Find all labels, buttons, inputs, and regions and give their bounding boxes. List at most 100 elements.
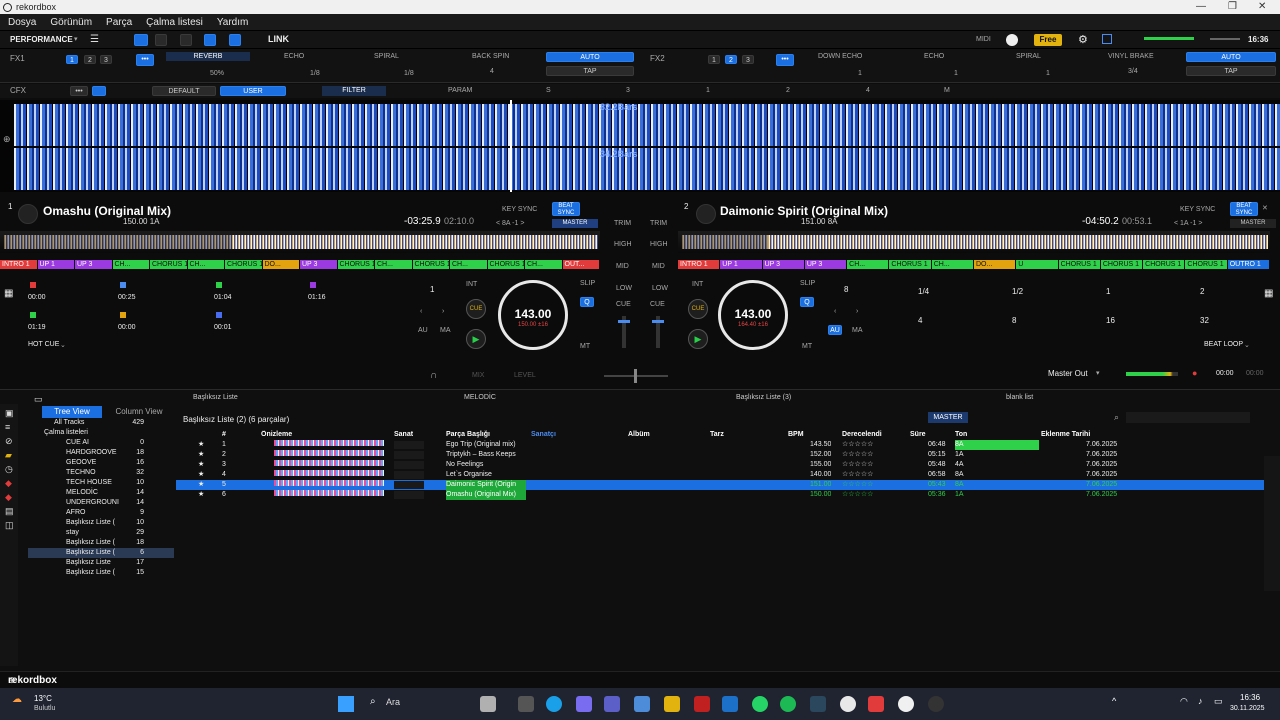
cue-marker[interactable]: CH... xyxy=(187,260,224,269)
tree-item[interactable]: Çalma listeleri xyxy=(28,428,174,438)
deck2-int-label[interactable]: INT xyxy=(692,281,703,288)
fx2-param2[interactable]: 1 xyxy=(954,70,958,77)
cue-marker[interactable]: CH... xyxy=(375,260,412,269)
deck1-hotcue-dropdown-icon[interactable]: ⌄ xyxy=(60,341,66,349)
edge-icon[interactable] xyxy=(546,696,562,712)
collection-icon[interactable]: ▣ xyxy=(5,408,14,419)
fx2-param3[interactable]: 1 xyxy=(1046,70,1050,77)
table-row[interactable]: ★ 5 Daimonic Spirit (Origin 151.00 ☆☆☆☆☆ 05:4… xyxy=(176,480,1266,490)
explorer-icon[interactable]: ▤ xyxy=(5,506,14,517)
cfx-toggle-button[interactable] xyxy=(92,86,106,96)
hotcue-pad[interactable]: 01:19 xyxy=(28,324,46,331)
track-rating[interactable]: ☆☆☆☆☆ xyxy=(842,460,873,470)
hotcue-pad[interactable]: 01:04 xyxy=(214,294,232,301)
fx2-menu-button[interactable]: ••• xyxy=(776,54,794,66)
layout-2deck-button[interactable] xyxy=(134,34,148,46)
fx2-tap-button[interactable]: TAP xyxy=(1186,66,1276,76)
column-header[interactable]: Süre xyxy=(910,430,926,440)
fx1-slot1[interactable]: REVERB xyxy=(166,52,250,61)
fx-view-icon[interactable] xyxy=(229,34,241,46)
taskbar-date[interactable]: 30.11.2025 xyxy=(1230,705,1265,712)
file-explorer-icon[interactable] xyxy=(664,696,680,712)
mixer-high-1[interactable]: HIGH xyxy=(614,241,632,248)
deck1-beat-sync-button[interactable]: BEAT SYNC xyxy=(552,202,580,216)
cue-marker[interactable]: CH... xyxy=(112,260,149,269)
fx2-slot1[interactable]: DOWN ECHO xyxy=(818,53,862,60)
deck1-overview-waveform[interactable] xyxy=(0,231,600,253)
deck2-cue-button[interactable]: CUE xyxy=(688,299,708,319)
beatloop-pad[interactable]: 1/2 xyxy=(1012,287,1023,296)
deck2-key-sync[interactable]: KEY SYNC xyxy=(1180,206,1215,213)
mixer-low-1[interactable]: LOW xyxy=(616,285,632,292)
deck2-ma-button[interactable]: MA xyxy=(852,327,863,334)
app-icon-red[interactable] xyxy=(694,696,710,712)
column-header[interactable]: # xyxy=(222,430,226,440)
hotcue-pad[interactable]: 00:25 xyxy=(118,294,136,301)
deck2-close-icon[interactable]: ✕ xyxy=(1262,204,1268,212)
track-preview-waveform[interactable] xyxy=(274,480,384,486)
master-out-select[interactable]: Master Out xyxy=(1048,369,1088,378)
deck1-enlarged-waveform[interactable] xyxy=(14,104,1280,146)
tree-item[interactable]: Başlıksız Liste (6 xyxy=(28,548,174,558)
channel2-fader-knob[interactable] xyxy=(652,320,664,323)
deck2-key-control[interactable]: < 1A -1 > xyxy=(1174,220,1202,227)
deck2-master-button[interactable]: MASTER xyxy=(1230,219,1276,228)
whatsapp-icon[interactable] xyxy=(752,696,768,712)
cfx-mark-2[interactable]: 2 xyxy=(786,87,790,94)
windows-start-icon[interactable] xyxy=(338,696,354,712)
deck1-ma-button[interactable]: MA xyxy=(440,327,451,334)
deck2-jog-wheel[interactable]: 143.00 164.40 ±16 xyxy=(718,280,788,350)
teams-icon[interactable] xyxy=(604,696,620,712)
column-header[interactable]: Önizleme xyxy=(261,430,292,440)
cue-marker[interactable]: UP 3 xyxy=(75,260,112,269)
fx2-slot2[interactable]: ECHO xyxy=(924,53,944,60)
deck1-au-button[interactable]: AU xyxy=(418,327,428,334)
master-out-dropdown-icon[interactable]: ▾ xyxy=(1096,369,1100,377)
column-header[interactable]: Tarz xyxy=(710,430,724,440)
deck1-cue-button[interactable]: CUE xyxy=(466,299,486,319)
column-header[interactable]: Eklenme Tarihi xyxy=(1041,430,1090,440)
layout-view-button[interactable] xyxy=(155,34,167,46)
cue-marker[interactable]: CHORUS 1 xyxy=(487,260,524,269)
task-view-icon[interactable] xyxy=(518,696,534,712)
chrome-icon[interactable] xyxy=(840,696,856,712)
track-preview-waveform[interactable] xyxy=(274,460,384,466)
cue-marker[interactable]: UP 3 xyxy=(804,260,847,269)
deck2-play-button[interactable]: ▶ xyxy=(688,329,708,349)
pane1-title[interactable]: Başlıksız Liste xyxy=(193,394,238,401)
deck1-play-button[interactable]: ▶ xyxy=(466,329,486,349)
cue-marker[interactable]: UP 3 xyxy=(762,260,804,269)
playlist-icon[interactable]: ≡ xyxy=(5,422,10,432)
beatloop-pad[interactable]: 1/4 xyxy=(918,287,929,296)
fx2-auto-button[interactable]: AUTO xyxy=(1186,52,1276,62)
weather-temp[interactable]: 13°C xyxy=(34,694,52,703)
cfx-menu-button[interactable]: ••• xyxy=(70,86,88,96)
deck2-master-tempo-button[interactable]: MT xyxy=(802,343,812,350)
close-icon[interactable]: ✕ xyxy=(1258,1,1266,12)
track-preview-waveform[interactable] xyxy=(274,440,384,446)
fx1-deck1-button[interactable]: 1 xyxy=(66,55,78,64)
tree-item[interactable]: HARDGROOVE 18 xyxy=(28,448,174,458)
store-icon[interactable] xyxy=(634,696,650,712)
browser-layout-icon[interactable]: ▭ xyxy=(34,394,43,405)
cue-marker[interactable]: CHORUS 1 xyxy=(225,260,262,269)
grid-view-icon[interactable] xyxy=(180,34,192,46)
deck1-hotcue-mode[interactable]: HOT CUE xyxy=(28,341,59,348)
cue-marker[interactable]: UP 1 xyxy=(37,260,74,269)
mixer-view-icon[interactable] xyxy=(204,34,216,46)
weather-desc[interactable]: Bulutlu xyxy=(34,705,55,712)
column-header[interactable]: Ton xyxy=(955,430,967,440)
mixer-low-2[interactable]: LOW xyxy=(652,285,668,292)
devices-icon[interactable]: ◫ xyxy=(5,520,14,531)
deck1-quantize-button[interactable]: Q xyxy=(580,297,594,307)
track-rating[interactable]: ☆☆☆☆☆ xyxy=(842,490,873,500)
zoom-icon[interactable]: ⊕ xyxy=(3,134,11,145)
track-preview-waveform[interactable] xyxy=(274,490,384,496)
tree-item[interactable]: Başlıksız Liste (15 xyxy=(28,568,174,578)
deck2-pad-grid-icon[interactable]: ▦ xyxy=(1264,288,1273,299)
layout-menu-icon[interactable]: ☰ xyxy=(90,34,99,45)
volume-icon[interactable]: ♪ xyxy=(1198,696,1203,706)
hotcue-pad[interactable]: 00:00 xyxy=(28,294,46,301)
mixer-mid-2[interactable]: MID xyxy=(652,263,665,270)
cue-marker[interactable]: OUT... xyxy=(562,260,599,269)
